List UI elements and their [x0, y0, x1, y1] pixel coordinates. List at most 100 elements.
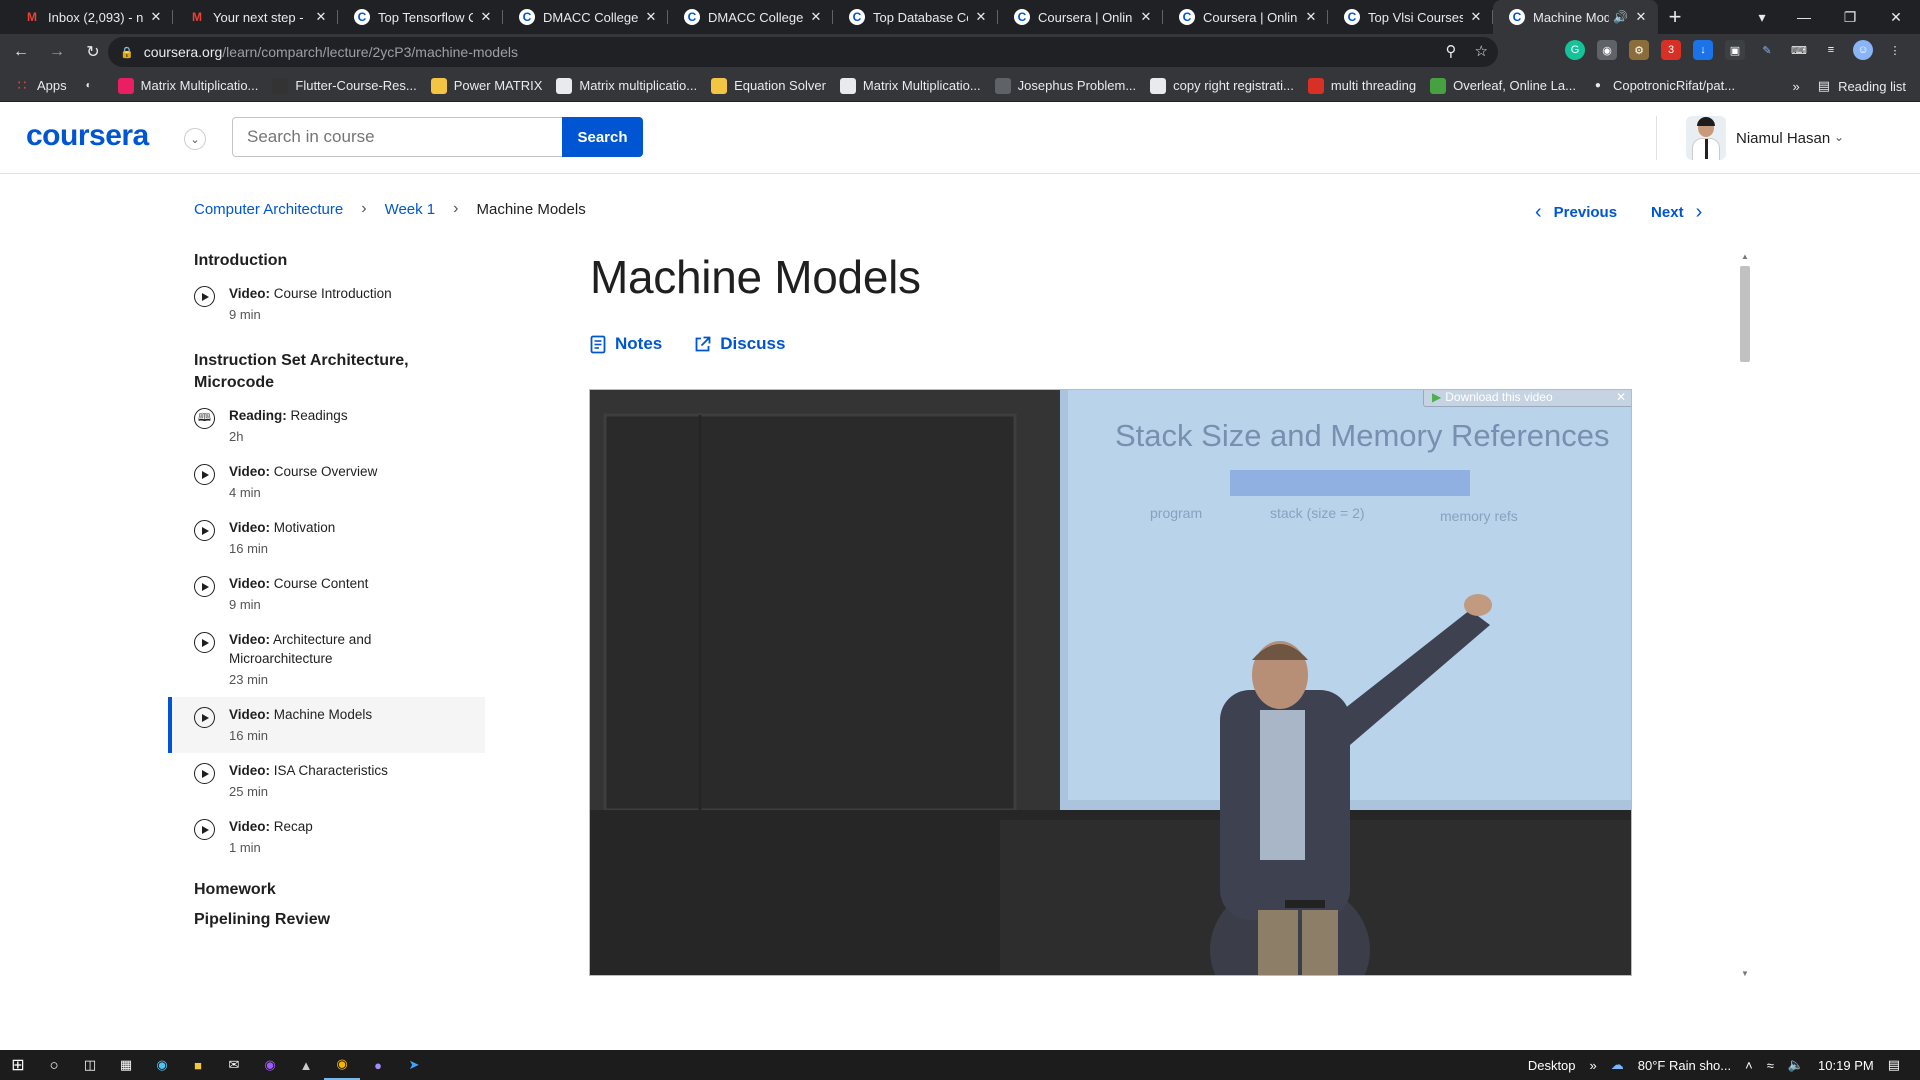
sidebar-item[interactable]: Video: Machine Models 16 min [168, 697, 485, 753]
bookmark-item[interactable]: multi threading [1307, 77, 1416, 94]
content-scrollbar[interactable]: ▲ ▼ [1738, 252, 1752, 978]
bookmark-item[interactable]: Josephus Problem... [994, 77, 1136, 94]
tab-close-icon[interactable]: ✕ [479, 9, 493, 25]
bookmark-item[interactable]: ● CopotronicRifat/pat... [1590, 78, 1735, 94]
next-button[interactable]: Next › [1651, 201, 1702, 224]
sidebar-section-title[interactable]: Introduction [168, 250, 485, 272]
tab-audio-icon[interactable]: 🔊 [1613, 10, 1628, 24]
download-extension-icon[interactable]: ↓ [1693, 40, 1713, 60]
browser-tab[interactable]: M Inbox (2,093) - nian ✕ [8, 0, 173, 34]
github-desktop-icon[interactable]: ● [360, 1050, 396, 1080]
notes-button[interactable]: Notes [590, 334, 662, 354]
app-icon[interactable]: ▲ [288, 1050, 324, 1080]
tab-close-icon[interactable]: ✕ [809, 9, 823, 25]
course-search-input[interactable] [232, 117, 562, 157]
chevron-down-icon[interactable]: ⌄ [184, 128, 206, 150]
bookmark-item[interactable]: Overleaf, Online La... [1430, 77, 1576, 94]
profile-avatar-icon[interactable]: ☺ [1853, 40, 1873, 60]
close-window-button[interactable]: ✕ [1872, 0, 1920, 34]
tab-close-icon[interactable]: ✕ [1469, 9, 1483, 25]
sidebar-item[interactable]: 🕮 Reading: Readings 2h [168, 398, 485, 454]
tray-up-icon[interactable]: ˄ [1745, 1058, 1753, 1073]
bookmark-item[interactable]: Matrix Multiplicatio... [839, 77, 981, 94]
tab-close-icon[interactable]: ✕ [149, 9, 163, 25]
vscode-icon[interactable]: ➤ [396, 1050, 432, 1080]
sidebar-section-title[interactable]: Pipelining Review [168, 909, 485, 931]
browser-tab[interactable]: C DMACC College or ✕ [503, 0, 668, 34]
edge-icon[interactable]: ◉ [144, 1050, 180, 1080]
sidebar-section-title[interactable]: Instruction Set Architecture, Microcode [168, 350, 485, 394]
bookmark-item[interactable]: Matrix Multiplicatio... [117, 77, 258, 94]
reload-icon[interactable]: ↻ [78, 37, 108, 67]
mail-icon[interactable]: ✉ [216, 1050, 252, 1080]
puzzle-extensions-icon[interactable]: ⌨ [1789, 40, 1809, 60]
breadcrumb-course-link[interactable]: Computer Architecture [194, 201, 343, 218]
sidebar-item[interactable]: Video: Course Content 9 min [168, 566, 485, 622]
restore-button[interactable]: ❐ [1826, 0, 1874, 34]
tab-close-icon[interactable]: ✕ [644, 9, 658, 25]
desktop-toolbar-label[interactable]: Desktop [1528, 1058, 1576, 1073]
download-video-overlay[interactable]: ▶ Download this video ✕ [1423, 390, 1631, 407]
messenger-icon[interactable]: ◉ [252, 1050, 288, 1080]
tab-search-icon[interactable]: ▾ [1738, 0, 1786, 34]
bookmark-item[interactable]: Matrix multiplicatio... [556, 77, 697, 94]
pdf-extension-icon[interactable]: 3 [1661, 40, 1681, 60]
discuss-button[interactable]: Discuss [694, 334, 785, 354]
search-button[interactable]: Search [562, 117, 643, 157]
bookmark-item[interactable]: ∷ Apps [14, 77, 67, 94]
tab-close-icon[interactable]: ✕ [1304, 9, 1318, 25]
sidebar-item[interactable]: Video: Course Overview 4 min [168, 454, 485, 510]
wifi-icon[interactable]: ≈ [1767, 1058, 1774, 1073]
browser-tab[interactable]: C Coursera | Online C ✕ [998, 0, 1163, 34]
pen-extension-icon[interactable]: ✎ [1757, 40, 1777, 60]
zoom-icon[interactable]: ⚲ [1446, 42, 1457, 60]
sidebar-item[interactable]: Video: Course Introduction 9 min [168, 276, 485, 332]
browser-tab[interactable]: C DMACC College or ✕ [668, 0, 833, 34]
bookmark-item[interactable]: ◐ [81, 78, 104, 94]
weather-label[interactable]: 80°F Rain sho... [1638, 1058, 1731, 1073]
user-menu-chevron-icon[interactable]: ⌄ [1834, 130, 1844, 144]
scroll-down-arrow-icon[interactable]: ▼ [1740, 969, 1750, 978]
chrome-menu-icon[interactable]: ⋮ [1885, 40, 1905, 60]
media-control-icon[interactable]: ≡ [1821, 40, 1841, 60]
camera-extension-icon[interactable]: ◉ [1597, 40, 1617, 60]
sidebar-item[interactable]: Video: Recap 1 min [168, 809, 485, 865]
new-tab-button[interactable]: + [1658, 0, 1692, 34]
avatar[interactable] [1686, 116, 1726, 160]
sidebar-section-title[interactable]: Homework [168, 879, 485, 901]
bookmark-item[interactable]: Flutter-Course-Res... [272, 77, 417, 94]
previous-button[interactable]: ‹ Previous [1535, 201, 1617, 224]
video-player[interactable]: Stack Size and Memory References program… [589, 389, 1632, 976]
task-view-icon[interactable]: ◫ [72, 1050, 108, 1080]
tab-close-icon[interactable]: ✕ [1139, 9, 1153, 25]
search-icon[interactable]: ○ [36, 1050, 72, 1080]
tab-close-icon[interactable]: ✕ [974, 9, 988, 25]
tab-close-icon[interactable]: ✕ [314, 9, 328, 25]
notifications-icon[interactable]: ▤ [1888, 1057, 1900, 1073]
scroll-up-arrow-icon[interactable]: ▲ [1740, 252, 1750, 261]
tab-close-icon[interactable]: ✕ [1634, 9, 1648, 25]
clock[interactable]: 10:19 PM [1818, 1058, 1874, 1073]
forward-icon[interactable]: → [42, 37, 72, 67]
back-icon[interactable]: ← [6, 37, 36, 67]
coursera-logo[interactable]: coursera [26, 119, 149, 153]
sidebar-item[interactable]: Video: Motivation 16 min [168, 510, 485, 566]
browser-tab[interactable]: C Top Tensorflow Co ✕ [338, 0, 503, 34]
chrome-taskbar-icon[interactable]: ◉ [324, 1050, 360, 1080]
calculator-icon[interactable]: ▦ [108, 1050, 144, 1080]
address-bar[interactable]: 🔒 coursera.org/learn/comparch/lecture/2y… [108, 37, 1498, 67]
bookmark-item[interactable]: Equation Solver [711, 77, 826, 94]
scrollbar-thumb[interactable] [1740, 266, 1750, 362]
browser-tab[interactable]: C Machine Mode🔊 ✕ [1493, 0, 1658, 34]
bookmark-item[interactable]: Power MATRIX [430, 77, 542, 94]
sidebar-item[interactable]: Video: Architecture and Microarchitectur… [168, 622, 485, 697]
bookmark-star-icon[interactable]: ☆ [1475, 42, 1488, 60]
windows-start-icon[interactable]: ⊞ [0, 1050, 36, 1080]
minimize-button[interactable]: — [1780, 0, 1828, 34]
extension-icon[interactable]: ⚙ [1629, 40, 1649, 60]
user-name[interactable]: Niamul Hasan [1736, 130, 1830, 147]
grammarly-icon[interactable]: G [1565, 40, 1585, 60]
breadcrumb-week-link[interactable]: Week 1 [385, 201, 436, 218]
volume-icon[interactable]: 🔈 [1788, 1057, 1804, 1073]
bookmarks-overflow-button[interactable]: » [1793, 79, 1800, 94]
